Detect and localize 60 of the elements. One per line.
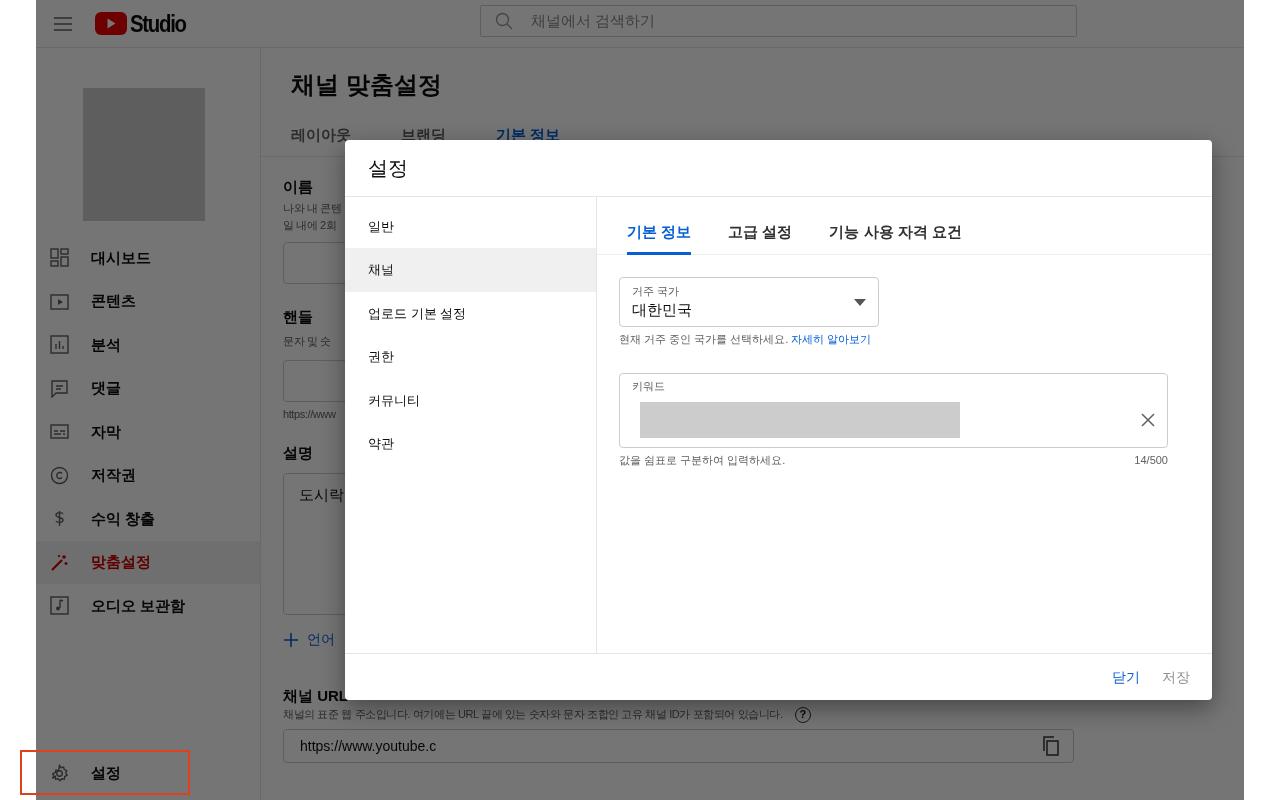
dialog-button[interactable]: 닫기	[1112, 666, 1140, 688]
dialog-nav-item[interactable]: 채널	[345, 248, 596, 292]
sidebar-item[interactable]: 분석	[36, 323, 260, 367]
close-icon[interactable]	[1141, 412, 1155, 427]
plus-icon	[283, 631, 299, 648]
logo-text: Studio	[130, 8, 186, 39]
character-count: 14/500	[1134, 452, 1168, 468]
dialog-title: 설정	[368, 156, 408, 181]
dashboard-icon	[50, 248, 69, 268]
section-heading: 설명	[283, 443, 313, 463]
page-title: 채널 맞춤설정	[290, 70, 443, 100]
country-select[interactable]: 거주 국가 대한민국	[619, 277, 879, 327]
helper-text: 채널의 표준 웹 주소입니다. 여기에는 URL 끝에 있는 숫자와 문자 조합인 고유 채널 ID가 포함되어 있습니다.	[283, 707, 783, 722]
sidebar-item[interactable]: 콘텐츠	[36, 279, 260, 323]
learn-more-link[interactable]: 자세히 알아보기	[791, 333, 872, 345]
settings-icon	[50, 763, 69, 783]
helper-text: 값을 쉼표로 구분하여 입력하세요.	[619, 452, 786, 468]
video-icon	[50, 291, 69, 311]
helper-text: 현재 거주 중인 국가를 선택하세요. 자세히 알아보기	[619, 332, 873, 347]
sidebar-item[interactable]: 대시보드	[36, 236, 260, 280]
copyright-icon	[50, 465, 69, 485]
helper-text: 문자 및 숫	[283, 334, 331, 349]
helper-text: 일 내에 2회	[283, 218, 337, 233]
select-value: 대한민국	[632, 299, 692, 320]
sidebar-item[interactable]: 저작권	[36, 453, 260, 497]
sidebar-item[interactable]: 댓글	[36, 366, 260, 410]
dropdown-caret-icon	[854, 298, 866, 306]
comment-icon	[50, 378, 69, 398]
sidebar-item[interactable]: 설정	[36, 751, 260, 795]
section-heading: 핸들	[283, 307, 313, 327]
handle-url: https://www	[283, 407, 336, 422]
sidebar-item[interactable]: 자막	[36, 410, 260, 454]
add-language-link[interactable]: 언어	[307, 629, 335, 650]
copy-icon[interactable]	[1042, 736, 1059, 756]
play-logo-icon	[95, 12, 127, 35]
bar-chart-icon	[50, 335, 69, 355]
dialog-nav-item[interactable]: 일반	[345, 205, 596, 249]
search-icon	[495, 12, 513, 30]
dialog-nav-item[interactable]: 권한	[345, 335, 596, 379]
dialog-tab[interactable]: 기능 사용 자격 요건	[829, 197, 962, 255]
dialog-nav-item[interactable]: 커뮤니티	[345, 378, 596, 422]
helper-text: 나와 내 콘텐	[283, 201, 342, 216]
keywords-field[interactable]: 키워드	[619, 372, 1168, 448]
music-note-icon	[50, 596, 69, 616]
section-heading: 이름	[283, 177, 313, 197]
dialog-nav-item[interactable]: 약관	[345, 421, 596, 466]
magic-wand-icon	[50, 552, 69, 572]
field-label: 키워드	[632, 378, 666, 394]
menu-icon[interactable]	[53, 15, 73, 32]
page-tab[interactable]: 레이아웃	[291, 110, 351, 157]
url-value: https://www.youtube.c	[300, 736, 437, 756]
dialog-tab[interactable]: 고급 설정	[728, 197, 793, 255]
url-field[interactable]: https://www.youtube.c	[283, 729, 1074, 763]
sidebar-item[interactable]: 맞춤설정	[36, 540, 260, 584]
subtitles-icon	[50, 422, 69, 442]
dialog-tab[interactable]: 기본 정보	[627, 197, 692, 255]
dialog-nav-item[interactable]: 업로드 기본 설정	[345, 291, 596, 336]
sidebar-item[interactable]: 수익 창출	[36, 497, 260, 541]
field-label: 거주 국가	[632, 283, 681, 299]
sidebar-item[interactable]: 오디오 보관함	[36, 584, 260, 628]
